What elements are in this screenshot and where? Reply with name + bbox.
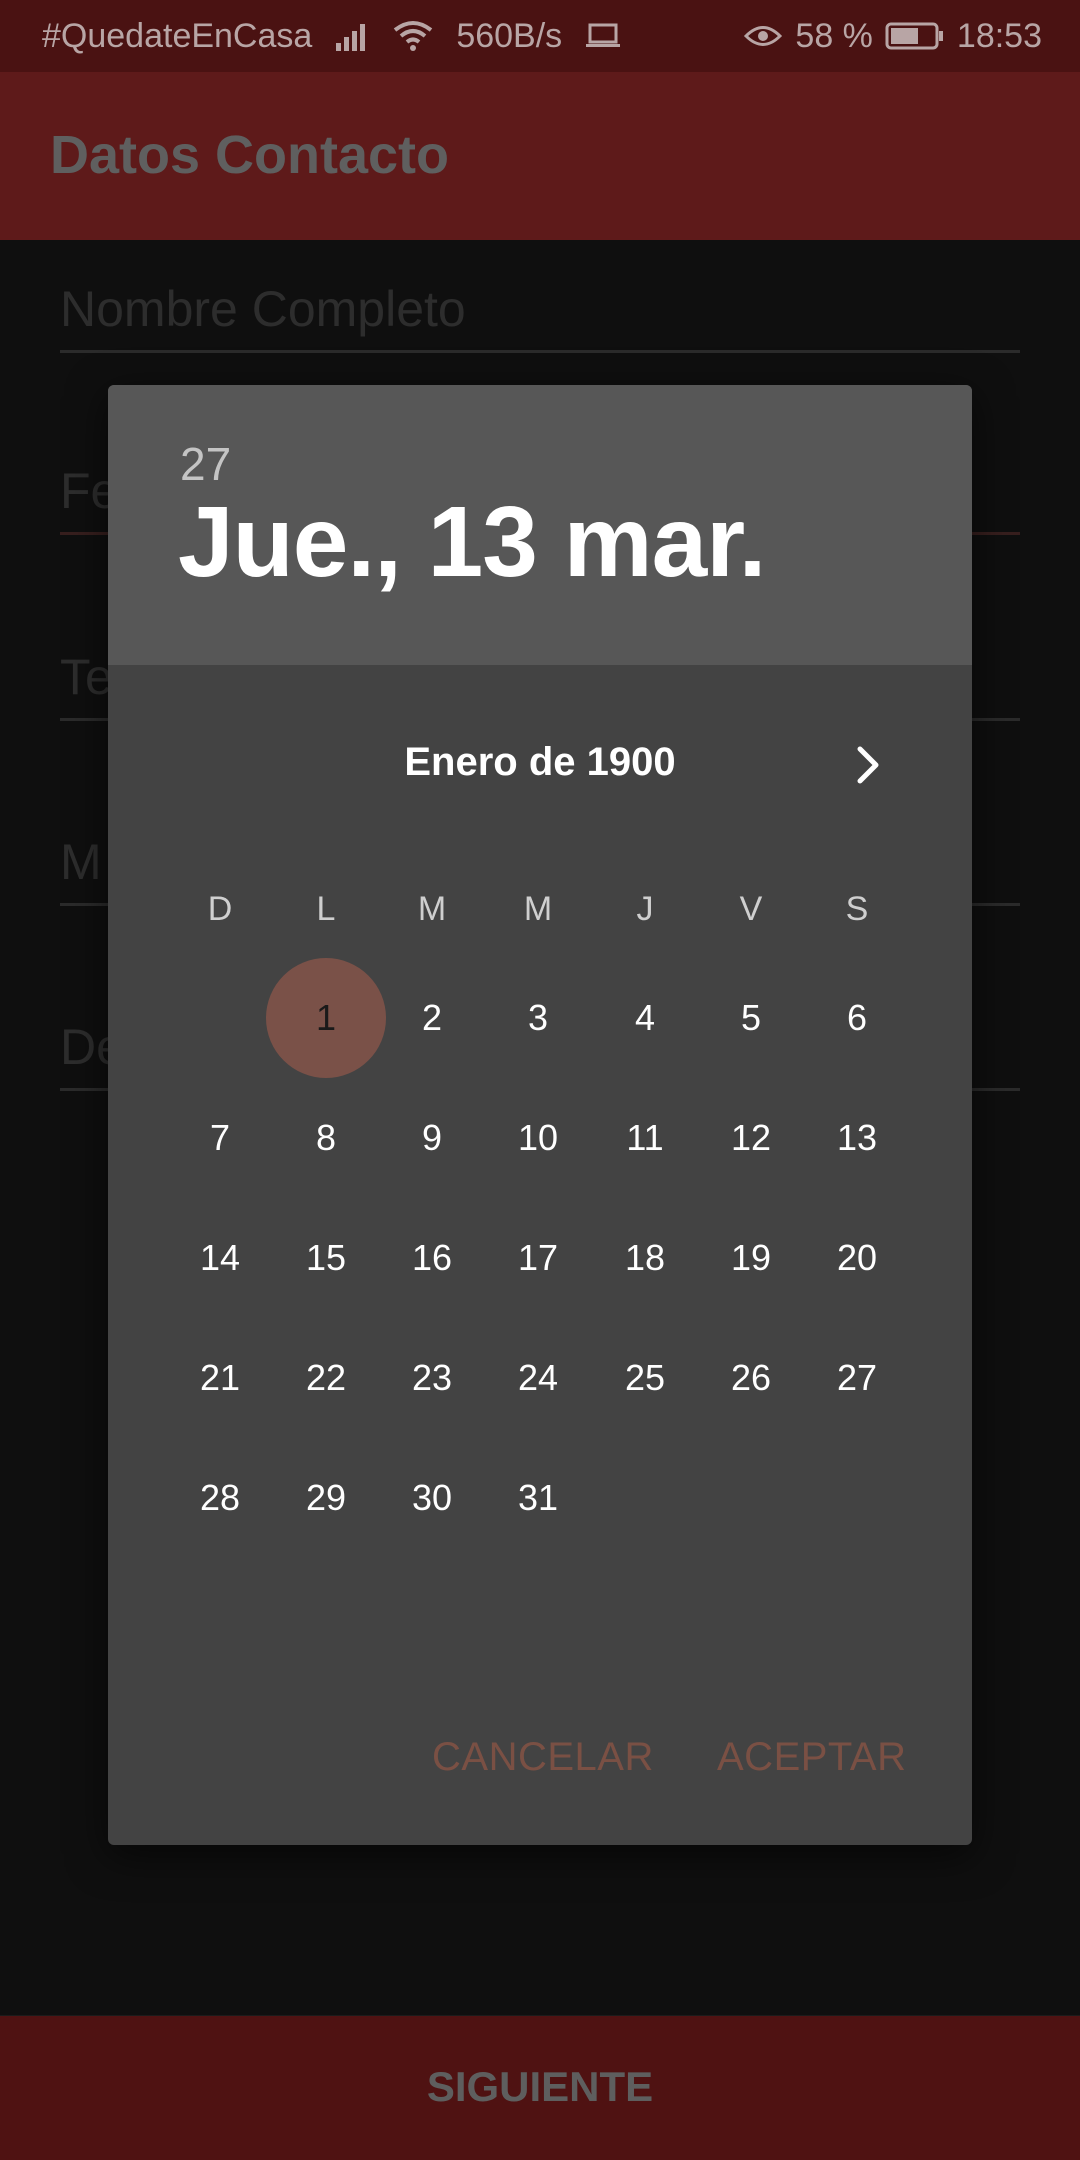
calendar-day[interactable]: 14 xyxy=(160,1198,280,1318)
calendar-day[interactable]: 12 xyxy=(691,1078,811,1198)
calendar-day[interactable]: 24 xyxy=(478,1318,598,1438)
chevron-right-icon xyxy=(857,746,879,784)
eye-icon xyxy=(743,21,783,51)
signal-icon xyxy=(334,21,370,51)
calendar-day[interactable]: 9 xyxy=(372,1078,492,1198)
date-picker-dialog: 27 Jue., 13 mar. Enero de 1900 DLMMJVS 1… xyxy=(108,385,972,1845)
cancel-button[interactable]: CANCELAR xyxy=(432,1735,654,1780)
calendar-day[interactable]: 25 xyxy=(585,1318,705,1438)
calendar-day[interactable]: 21 xyxy=(160,1318,280,1438)
clock: 18:53 xyxy=(956,16,1042,55)
weekday-label: M xyxy=(417,890,447,928)
next-button-label: SIGUIENTE xyxy=(426,2063,654,2110)
header-year[interactable]: 27 xyxy=(180,437,231,491)
calendar-day[interactable]: 17 xyxy=(478,1198,598,1318)
wifi-icon xyxy=(392,20,434,52)
date-picker-header: 27 Jue., 13 mar. xyxy=(108,385,972,665)
header-date[interactable]: Jue., 13 mar. xyxy=(178,485,766,600)
calendar-day[interactable]: 2 xyxy=(372,958,492,1078)
next-month-button[interactable] xyxy=(828,725,908,805)
calendar-day[interactable]: 29 xyxy=(266,1438,386,1558)
battery-percent: 58 % xyxy=(795,16,873,55)
accept-button[interactable]: ACEPTAR xyxy=(717,1735,906,1780)
calendar-day[interactable]: 26 xyxy=(691,1318,811,1438)
calendar-day[interactable]: 4 xyxy=(585,958,705,1078)
calendar-day[interactable]: 7 xyxy=(160,1078,280,1198)
carrier-text: #QuedateEnCasa xyxy=(42,16,313,55)
laptop-icon xyxy=(584,21,622,51)
calendar-day[interactable]: 31 xyxy=(478,1438,598,1558)
calendar-day[interactable]: 6 xyxy=(797,958,917,1078)
weekday-label: D xyxy=(207,890,233,928)
weekday-label: J xyxy=(636,890,654,928)
app-bar: Datos Contacto xyxy=(0,72,1080,240)
calendar-day[interactable]: 11 xyxy=(585,1078,705,1198)
calendar-day[interactable]: 23 xyxy=(372,1318,492,1438)
weekday-label: M xyxy=(523,890,553,928)
calendar-day[interactable]: 20 xyxy=(797,1198,917,1318)
network-speed: 560B/s xyxy=(456,16,563,55)
screen: #QuedateEnCasa 560B/s 58 % 18:53 Datos C… xyxy=(0,0,1080,2160)
calendar-day[interactable]: 3 xyxy=(478,958,598,1078)
weekday-label: L xyxy=(316,890,336,928)
battery-icon xyxy=(885,21,945,51)
weekday-label: S xyxy=(845,890,869,928)
selected-day[interactable]: 1 xyxy=(266,958,386,1078)
next-button[interactable]: SIGUIENTE xyxy=(0,2016,1080,2160)
calendar-day[interactable]: 18 xyxy=(585,1198,705,1318)
calendar-day[interactable]: 19 xyxy=(691,1198,811,1318)
calendar-day[interactable]: 5 xyxy=(691,958,811,1078)
status-bar: #QuedateEnCasa 560B/s 58 % 18:53 xyxy=(0,0,1080,72)
calendar-day[interactable]: 15 xyxy=(266,1198,386,1318)
calendar-day[interactable]: 22 xyxy=(266,1318,386,1438)
calendar-day[interactable]: 13 xyxy=(797,1078,917,1198)
weekday-label: V xyxy=(739,890,763,928)
page-title: Datos Contacto xyxy=(50,125,450,185)
calendar-day[interactable]: 8 xyxy=(266,1078,386,1198)
calendar-day[interactable]: 28 xyxy=(160,1438,280,1558)
calendar-day[interactable]: 10 xyxy=(478,1078,598,1198)
calendar-day[interactable]: 27 xyxy=(797,1318,917,1438)
calendar-day[interactable]: 16 xyxy=(372,1198,492,1318)
calendar-day[interactable]: 30 xyxy=(372,1438,492,1558)
